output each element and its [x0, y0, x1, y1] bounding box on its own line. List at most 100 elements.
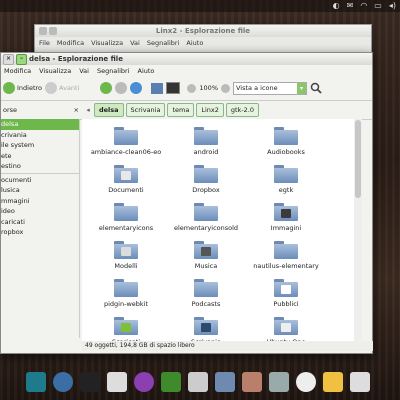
file-item[interactable]: Documenti: [86, 165, 166, 194]
file-label: Dropbox: [192, 186, 220, 194]
anchor-icon[interactable]: [26, 372, 46, 392]
file-view[interactable]: ambiance-clean06-eo android Audiobooks Docu…: [82, 119, 362, 341]
stop-icon[interactable]: [115, 82, 128, 94]
search-icon[interactable]: [310, 82, 322, 94]
file-item[interactable]: Dropbox: [166, 165, 246, 194]
file-label: egtk: [278, 186, 294, 194]
pen-icon[interactable]: [188, 372, 208, 392]
scrollbar[interactable]: [354, 119, 362, 341]
file-item[interactable]: Audiobooks: [246, 127, 326, 156]
menu-vai[interactable]: Vai: [79, 67, 89, 75]
folder-icon: [274, 165, 298, 183]
weather-icon[interactable]: [323, 372, 343, 392]
menu-segnalibri[interactable]: Segnalibri: [97, 67, 130, 75]
clock-icon[interactable]: [296, 372, 316, 392]
toolbar: Indietro Avanti 100% Vista a icone ▾: [1, 76, 372, 101]
zoom-in-icon[interactable]: [221, 83, 230, 93]
file-item[interactable]: Podcasts: [166, 279, 246, 308]
file-label: elementaryicons: [98, 224, 154, 232]
breadcrumb-tema[interactable]: tema: [167, 103, 195, 117]
wifi-icon[interactable]: ◠: [360, 1, 367, 10]
file-label: pidgin-webkit: [103, 300, 148, 308]
sidebar-item-scrivania[interactable]: crivania: [1, 130, 79, 141]
system-icon[interactable]: [242, 372, 262, 392]
volume-icon[interactable]: ◂): [389, 1, 396, 10]
folder-icon: [114, 127, 138, 145]
leaf-icon[interactable]: [161, 372, 181, 392]
menu-aiuto[interactable]: Aiuto: [138, 67, 155, 75]
mail-icon[interactable]: [350, 372, 370, 392]
sidebar-item-filesystem[interactable]: ile system: [1, 140, 79, 151]
sidebar-header: orse ×: [3, 106, 82, 114]
menu-visualizza[interactable]: Visualizza: [39, 67, 71, 75]
menu-aiuto[interactable]: Aiuto: [186, 39, 203, 47]
usb-drive-icon[interactable]: [107, 372, 127, 392]
sidebar-item-delsa[interactable]: delsa: [1, 119, 79, 130]
file-item[interactable]: android: [166, 127, 246, 156]
chat-icon[interactable]: [134, 372, 154, 392]
sidebar-item-video[interactable]: ideo: [1, 206, 79, 217]
folder-icon: [194, 127, 218, 145]
file-item[interactable]: ambiance-clean06-eo: [86, 127, 166, 156]
toggle-icon[interactable]: ◐: [333, 1, 340, 10]
minimize-icon[interactable]: [49, 27, 57, 35]
up-icon[interactable]: [100, 82, 113, 94]
view-mode-select[interactable]: Vista a icone ▾: [233, 81, 307, 95]
sidebar-close-icon[interactable]: ×: [74, 106, 79, 114]
menu-visualizza[interactable]: Visualizza: [91, 39, 123, 47]
sidebar-item-scaricati[interactable]: caricati: [1, 217, 79, 228]
breadcrumb-linx2[interactable]: Linx2: [196, 103, 224, 117]
file-item[interactable]: pidgin-webkit: [86, 279, 166, 308]
file-item[interactable]: Pubblici: [246, 279, 326, 308]
file-label: Modelli: [114, 262, 138, 270]
sidebar-item-dropbox[interactable]: ropbox: [1, 227, 79, 238]
menu-modifica[interactable]: Modifica: [57, 39, 84, 47]
menu-vai[interactable]: Vai: [130, 39, 140, 47]
file-manager-window[interactable]: × – delsa - Esplorazione file Modifica V…: [0, 52, 373, 354]
menu-file[interactable]: File: [39, 39, 50, 47]
back-label: Indietro: [17, 84, 43, 92]
background-menubar: File Modifica Visualizza Vai Segnalibri …: [35, 37, 371, 49]
battery-icon[interactable]: ▭: [374, 1, 382, 10]
sidebar-item-cestino[interactable]: estino: [1, 161, 79, 172]
breadcrumb-delsa[interactable]: delsa: [94, 103, 124, 117]
home-icon[interactable]: [151, 82, 164, 94]
browser-icon[interactable]: [53, 372, 73, 392]
crumb-left-icon[interactable]: ◂: [84, 105, 92, 115]
file-item[interactable]: Scaricati: [86, 317, 166, 341]
breadcrumb-gtk[interactable]: gtk-2.0: [225, 103, 259, 117]
close-icon[interactable]: [39, 27, 47, 35]
terminal-icon[interactable]: [80, 372, 100, 392]
file-item[interactable]: elementaryicons: [86, 203, 166, 232]
file-item[interactable]: Musica: [166, 241, 246, 270]
file-item[interactable]: elementaryiconsold: [166, 203, 246, 232]
file-item[interactable]: Immagini: [246, 203, 326, 232]
sidebar-header-label[interactable]: orse: [3, 106, 17, 114]
scrollbar-thumb[interactable]: [355, 120, 361, 198]
file-item[interactable]: Modelli: [86, 241, 166, 270]
system-tray: ◐ ✉ ◠ ▭ ◂): [333, 1, 396, 10]
sidebar-item-immagini[interactable]: mmagini: [1, 196, 79, 207]
folder-icon[interactable]: [215, 372, 235, 392]
sidebar-item-documenti[interactable]: ocumenti: [1, 175, 79, 186]
file-item[interactable]: Ubuntu One: [246, 317, 326, 341]
menu-segnalibri[interactable]: Segnalibri: [147, 39, 180, 47]
window-titlebar[interactable]: × – delsa - Esplorazione file: [1, 53, 372, 65]
menu-modifica[interactable]: Modifica: [4, 67, 31, 75]
close-icon[interactable]: ×: [3, 54, 14, 65]
forward-button[interactable]: Avanti: [45, 82, 79, 94]
mail-icon[interactable]: ✉: [347, 1, 354, 10]
reload-icon[interactable]: [130, 82, 143, 94]
file-item[interactable]: Scrivania: [166, 317, 246, 341]
trash-icon[interactable]: [269, 372, 289, 392]
back-button[interactable]: Indietro: [3, 82, 42, 94]
zoom-out-icon[interactable]: [187, 83, 197, 93]
file-item[interactable]: nautilus-elementary: [246, 241, 326, 270]
background-window-titlebar[interactable]: Linx2 - Esplorazione file: [35, 25, 371, 37]
sidebar-item-musica[interactable]: lusica: [1, 185, 79, 196]
sidebar-item-rete[interactable]: ete: [1, 151, 79, 162]
minimize-icon[interactable]: –: [16, 54, 27, 65]
file-item[interactable]: egtk: [246, 165, 326, 194]
computer-icon[interactable]: [166, 82, 181, 94]
breadcrumb-scrivania[interactable]: Scrivania: [125, 103, 166, 117]
